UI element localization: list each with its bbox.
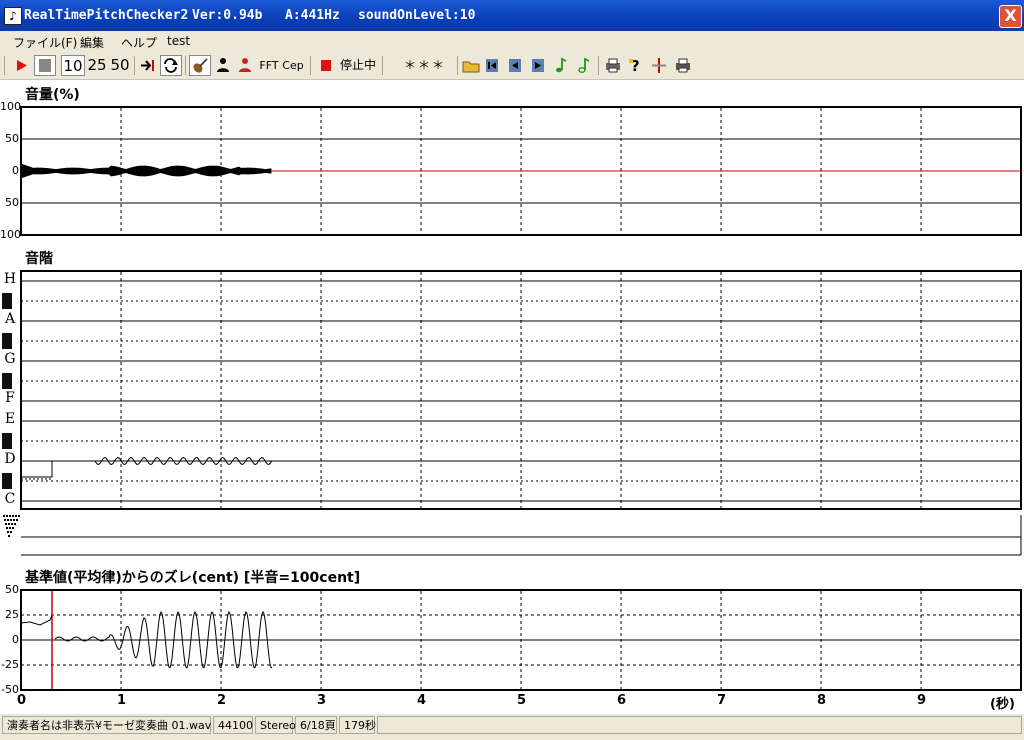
pitch-panel-frame — [20, 270, 1022, 510]
octave-strip-dot — [18, 515, 20, 517]
octave-strip-dot — [13, 519, 15, 521]
octave-strip-dot — [4, 519, 6, 521]
octave-strip-dot — [9, 515, 11, 517]
status-file: 演奏者名は非表示¥モーゼ変奏曲 01.wav — [2, 716, 211, 734]
octave-strip-dot — [10, 531, 12, 533]
octave-strip-dot — [8, 535, 10, 537]
status-sample-rate: 44100 — [213, 716, 253, 734]
octave-strip-dot — [16, 519, 18, 521]
status-empty — [377, 716, 1022, 734]
status-page: 6/18頁 — [295, 716, 337, 734]
octave-strip-dot — [6, 515, 8, 517]
plot-area — [3, 106, 1022, 691]
octave-strip-dot — [7, 519, 9, 521]
status-duration: 179秒 — [339, 716, 376, 734]
octave-strip-dot — [7, 531, 9, 533]
status-channels: Stereo — [255, 716, 296, 734]
octave-strip-dot — [11, 523, 13, 525]
octave-strip-dot — [12, 515, 14, 517]
octave-strip-dot — [3, 515, 5, 517]
octave-strip-dot — [9, 527, 11, 529]
octave-strip-dot — [14, 523, 16, 525]
octave-strip-dot — [5, 523, 7, 525]
octave-strip-dot — [6, 527, 8, 529]
status-bar: 演奏者名は非表示¥モーゼ変奏曲 01.wav 44100 Stereo 6/18… — [0, 714, 1024, 740]
octave-strip-dot — [8, 523, 10, 525]
octave-strip-dot — [15, 515, 17, 517]
octave-strip-dot — [12, 527, 14, 529]
octave-strip-dot — [10, 519, 12, 521]
